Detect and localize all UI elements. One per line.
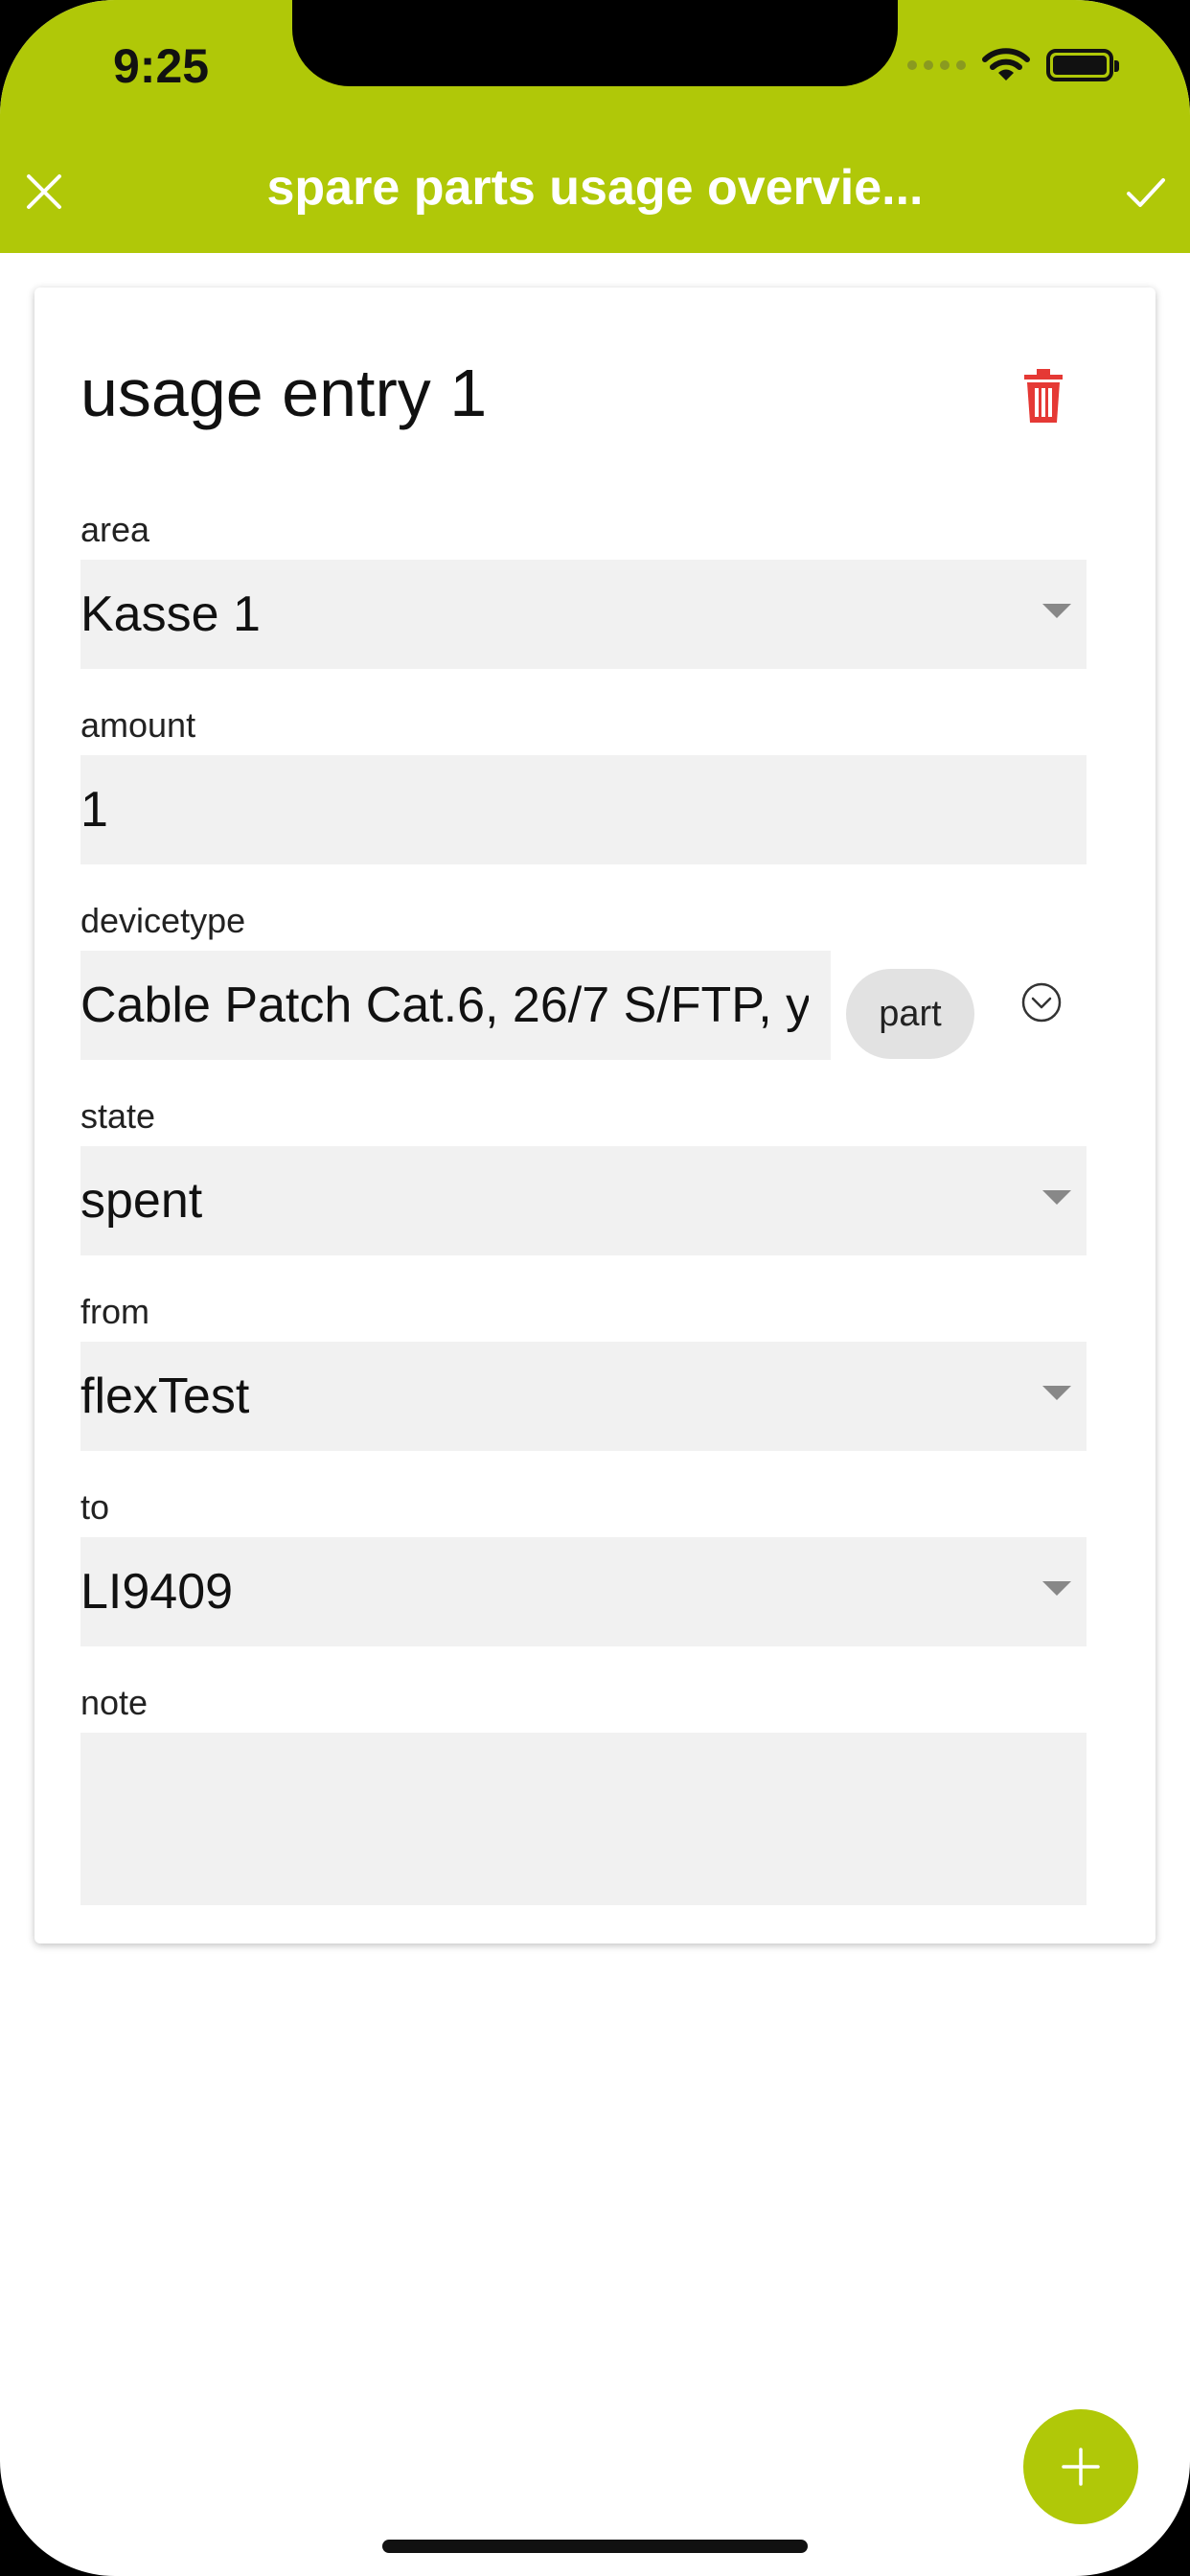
close-icon[interactable]	[21, 169, 67, 215]
home-indicator	[382, 2540, 808, 2553]
state-select[interactable]: spent	[80, 1146, 1087, 1255]
status-time: 9:25	[113, 39, 210, 93]
dropdown-arrow-icon	[1042, 604, 1071, 618]
devicetype-value: Cable Patch Cat.6, 26/7 S/FTP, ye	[80, 978, 809, 1033]
amount-input[interactable]: 1	[80, 755, 1087, 864]
to-label: to	[80, 1487, 110, 1527]
area-value: Kasse 1	[80, 586, 261, 642]
page-title: spare parts usage overvie...	[266, 160, 924, 216]
add-entry-button[interactable]	[1023, 2409, 1138, 2524]
signal-icon	[907, 60, 966, 70]
card-title: usage entry 1	[80, 356, 488, 430]
note-label: note	[80, 1683, 149, 1722]
devicetype-label: devicetype	[80, 901, 246, 940]
status-icons	[907, 44, 1119, 86]
state-value: spent	[80, 1173, 203, 1229]
device-notch	[292, 0, 898, 86]
trash-icon[interactable]	[1022, 369, 1064, 423]
note-textarea[interactable]	[80, 1733, 1087, 1905]
chevron-down-circle-icon[interactable]	[1020, 981, 1063, 1024]
amount-label: amount	[80, 705, 196, 745]
to-value: LI9409	[80, 1564, 234, 1620]
from-value: flexTest	[80, 1368, 250, 1424]
dropdown-arrow-icon	[1042, 1386, 1071, 1400]
dropdown-arrow-icon	[1042, 1190, 1071, 1205]
dropdown-arrow-icon	[1042, 1581, 1071, 1596]
to-select[interactable]: LI9409	[80, 1537, 1087, 1646]
area-select[interactable]: Kasse 1	[80, 560, 1087, 669]
usage-entry-card: usage entry 1 area Kasse 1 amount 1 devi…	[34, 288, 1156, 1944]
part-chip[interactable]: part	[846, 969, 974, 1059]
wifi-icon	[982, 48, 1030, 80]
devicetype-input[interactable]: Cable Patch Cat.6, 26/7 S/FTP, ye	[80, 951, 831, 1060]
app-header: 9:25 spare parts usage overvie...	[0, 0, 1190, 253]
area-label: area	[80, 510, 150, 549]
state-label: state	[80, 1096, 156, 1136]
battery-icon	[1046, 49, 1119, 81]
from-select[interactable]: flexTest	[80, 1342, 1087, 1451]
plus-icon	[1062, 2448, 1100, 2486]
from-label: from	[80, 1292, 149, 1331]
checkmark-icon[interactable]	[1123, 169, 1169, 215]
app-screen: 9:25 spare parts usage overvie... usage …	[0, 0, 1190, 2576]
amount-value: 1	[80, 782, 108, 838]
